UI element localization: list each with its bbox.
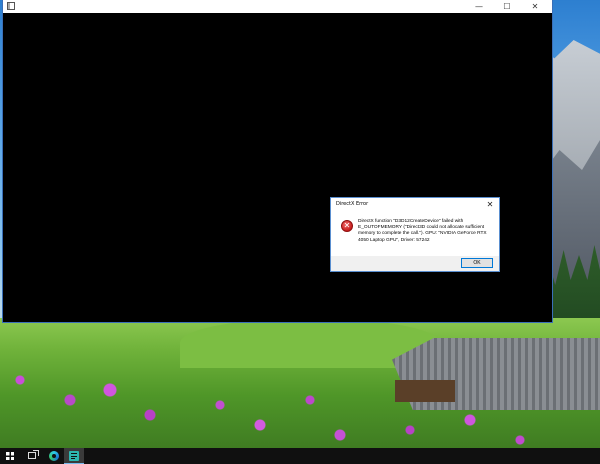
windows-logo-icon <box>6 452 14 460</box>
taskbar <box>0 448 600 464</box>
dialog-close-button[interactable]: ✕ <box>483 198 497 211</box>
wallpaper-flowers <box>0 360 600 448</box>
edge-browser-button[interactable] <box>44 448 64 464</box>
main-window: — ☐ ✕ <box>3 0 552 322</box>
app-window-icon <box>7 2 15 10</box>
dialog-title: DirectX Error <box>336 201 369 207</box>
start-button[interactable] <box>0 448 20 464</box>
maximize-button[interactable]: ☐ <box>493 0 521 13</box>
error-icon: ✕ <box>341 220 353 232</box>
task-view-icon <box>28 450 39 459</box>
main-window-content <box>3 13 552 322</box>
close-button[interactable]: ✕ <box>521 0 549 13</box>
ok-button[interactable]: OK <box>461 258 493 268</box>
desktop: — ☐ ✕ DirectX Error ✕ ✕ DirectX function… <box>0 0 600 464</box>
dialog-content: ✕ DirectX function "D3D12CreateDevice" f… <box>331 211 499 256</box>
main-window-titlebar[interactable]: — ☐ ✕ <box>3 0 552 13</box>
dialog-footer: OK <box>331 256 499 271</box>
directx-error-dialog: DirectX Error ✕ ✕ DirectX function "D3D1… <box>331 198 499 271</box>
edge-browser-icon <box>49 451 59 461</box>
task-view-button[interactable] <box>22 448 42 464</box>
app-icon <box>69 451 79 461</box>
minimize-button[interactable]: — <box>465 0 493 13</box>
dialog-message: DirectX function "D3D12CreateDevice" fai… <box>358 219 487 243</box>
dialog-titlebar[interactable]: DirectX Error ✕ <box>331 198 499 211</box>
